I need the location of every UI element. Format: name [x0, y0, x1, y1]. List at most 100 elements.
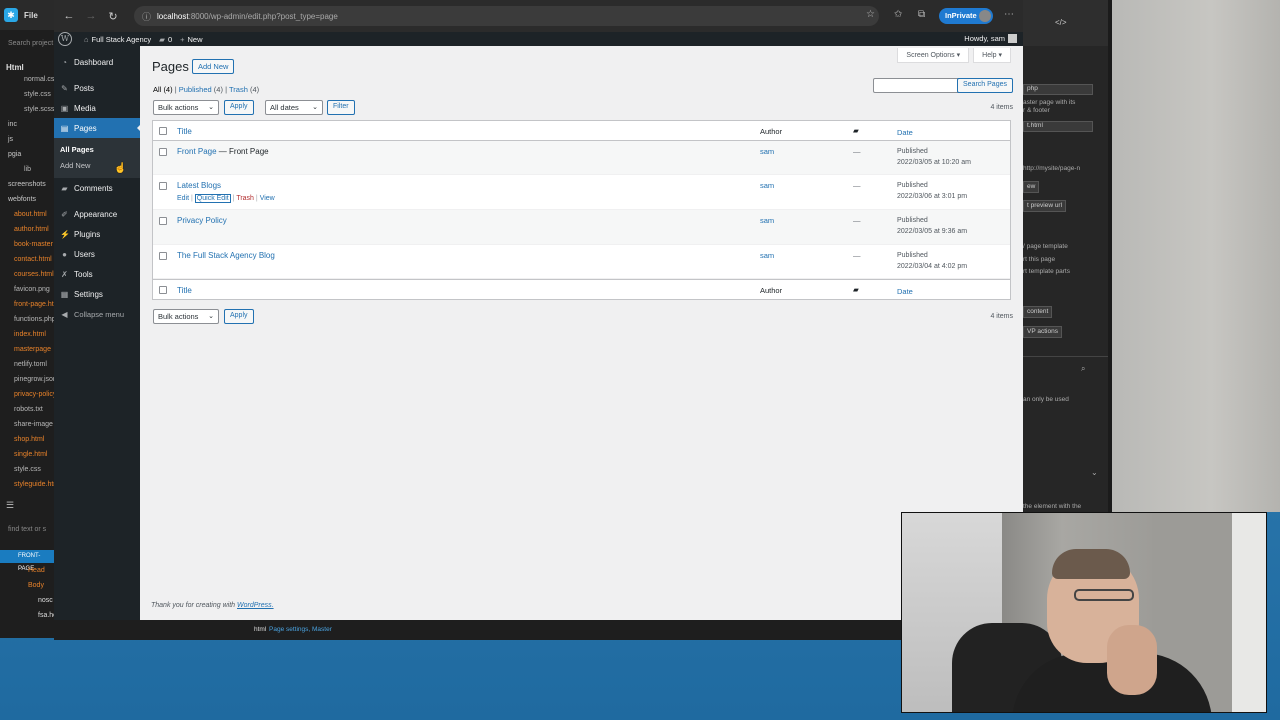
- wordpress-link[interactable]: WordPress.: [237, 602, 274, 609]
- menu-users[interactable]: ● Users: [54, 244, 140, 264]
- row-author[interactable]: sam: [760, 216, 774, 225]
- tree-node-front-page[interactable]: FRONT-PAGE: [0, 550, 54, 572]
- project-file[interactable]: share-image: [0, 417, 54, 432]
- site-name-link[interactable]: ⌂ Full Stack Agency: [84, 35, 151, 44]
- row-checkbox[interactable]: [159, 182, 167, 190]
- column-date-header[interactable]: Date: [897, 127, 913, 138]
- inprivate-badge[interactable]: InPrivate: [939, 8, 993, 24]
- view-button[interactable]: ew: [1023, 181, 1040, 193]
- wordpress-logo-icon[interactable]: W: [58, 32, 72, 46]
- quick-edit-link[interactable]: Quick Edit: [194, 194, 231, 203]
- menu-dashboard[interactable]: ◔ Dashboard: [54, 52, 140, 72]
- favorite-add-icon[interactable]: ☆: [866, 9, 875, 20]
- project-folder[interactable]: screenshots: [0, 177, 54, 192]
- row-title-link[interactable]: Privacy Policy: [177, 216, 227, 225]
- template-select[interactable]: t.html: [1023, 121, 1093, 132]
- bulk-actions-select-top[interactable]: Bulk actions ⌄: [153, 100, 219, 115]
- preview-url-button[interactable]: t preview url: [1023, 200, 1067, 212]
- dates-select[interactable]: All dates ⌄: [265, 100, 323, 115]
- project-folder[interactable]: webfonts: [0, 192, 54, 207]
- row-author[interactable]: sam: [760, 181, 774, 190]
- row-title-link[interactable]: Latest Blogs: [177, 181, 221, 190]
- collapse-menu-button[interactable]: ◀ Collapse menu: [54, 304, 140, 324]
- project-folder[interactable]: pgia: [0, 147, 54, 162]
- screen-options-button[interactable]: Screen Options ▾: [897, 48, 970, 63]
- menu-posts[interactable]: ✎ Posts: [54, 78, 140, 98]
- tree-node-body[interactable]: Body: [0, 578, 54, 593]
- help-button[interactable]: Help ▾: [973, 48, 1011, 63]
- project-file[interactable]: lib: [0, 162, 54, 177]
- forward-icon[interactable]: →: [80, 10, 102, 22]
- file-menu[interactable]: File: [24, 11, 38, 20]
- project-file[interactable]: masterpage: [0, 342, 54, 357]
- address-bar[interactable]: ⓘ localhost :8000/wp-admin/edit.php?post…: [134, 6, 879, 26]
- menu-tools[interactable]: ✗ Tools: [54, 264, 140, 284]
- site-info-icon[interactable]: ⓘ: [142, 10, 151, 23]
- new-content-link[interactable]: + New: [180, 35, 202, 44]
- filter-trash[interactable]: Trash (4): [229, 85, 259, 94]
- comments-column-icon[interactable]: ▰: [853, 126, 859, 135]
- project-file[interactable]: courses.html: [0, 267, 54, 282]
- row-author[interactable]: sam: [760, 251, 774, 260]
- favorites-icon[interactable]: ✩: [894, 9, 902, 20]
- select-all-checkbox[interactable]: [159, 127, 167, 135]
- row-title-link[interactable]: The Full Stack Agency Blog: [177, 251, 275, 260]
- menu-appearance[interactable]: ✐ Appearance: [54, 204, 140, 224]
- edit-link[interactable]: Edit: [177, 195, 189, 202]
- pinegrow-logo-icon[interactable]: ✱: [4, 8, 18, 22]
- project-file[interactable]: robots.txt: [0, 402, 54, 417]
- wp-actions-button[interactable]: VP actions: [1023, 326, 1062, 338]
- comments-link[interactable]: ▰ 0: [159, 35, 172, 44]
- project-file[interactable]: style.css: [0, 462, 54, 477]
- project-file[interactable]: style.scss: [0, 102, 54, 117]
- project-file[interactable]: shop.html: [0, 432, 54, 447]
- column-title-header[interactable]: Title: [177, 127, 192, 136]
- content-button[interactable]: content: [1023, 306, 1053, 318]
- column-date-footer[interactable]: Date: [897, 286, 913, 297]
- project-search-input[interactable]: Search project: [0, 40, 54, 47]
- trash-link[interactable]: Trash: [236, 195, 254, 202]
- project-file[interactable]: styleguide.html: [0, 477, 54, 492]
- apply-button-bottom[interactable]: Apply: [224, 309, 254, 324]
- row-checkbox[interactable]: [159, 252, 167, 260]
- filter-published[interactable]: Published (4): [179, 85, 223, 94]
- project-file[interactable]: about.html: [0, 207, 54, 222]
- add-new-page-button[interactable]: Add New: [192, 59, 235, 74]
- menu-pages[interactable]: ▤ Pages: [54, 118, 141, 138]
- code-icon[interactable]: </>: [1055, 18, 1067, 27]
- menu-media[interactable]: ▣ Media: [54, 98, 140, 118]
- tree-node-fsa[interactable]: fsa.head: [0, 608, 54, 623]
- view-link[interactable]: View: [260, 195, 275, 202]
- tree-node-nosc[interactable]: nosc: [0, 593, 54, 608]
- menu-plugins[interactable]: ⚡ Plugins: [54, 224, 140, 244]
- project-file[interactable]: privacy-policy: [0, 387, 54, 402]
- project-file[interactable]: book-master: [0, 237, 54, 252]
- apply-button-top[interactable]: Apply: [224, 100, 254, 115]
- status-info[interactable]: Page settings, Master: [269, 626, 332, 633]
- project-folder[interactable]: js: [0, 132, 54, 147]
- find-text-input[interactable]: find text or s: [8, 526, 46, 533]
- collections-icon[interactable]: ⧉: [918, 9, 925, 20]
- project-file[interactable]: index.html: [0, 327, 54, 342]
- select-all-checkbox-bottom[interactable]: [159, 286, 167, 294]
- row-title-link[interactable]: Front Page: [177, 147, 217, 156]
- project-file[interactable]: functions.php: [0, 312, 54, 327]
- refresh-icon[interactable]: ↻: [102, 10, 124, 23]
- filter-all[interactable]: All (4): [153, 85, 173, 94]
- row-title[interactable]: Front Page — Front Page: [177, 147, 269, 156]
- project-file[interactable]: netlify.toml: [0, 357, 54, 372]
- search-pages-button[interactable]: Search Pages: [957, 78, 1013, 93]
- comments-column-icon[interactable]: ▰: [853, 285, 859, 294]
- project-file[interactable]: style.css: [0, 87, 54, 102]
- master-page-select[interactable]: php: [1023, 84, 1093, 95]
- project-file[interactable]: normal.css: [0, 72, 54, 87]
- project-file[interactable]: single.html: [0, 447, 54, 462]
- chevron-down-icon[interactable]: ⌄: [1091, 468, 1098, 477]
- more-menu-icon[interactable]: ⋯: [1004, 9, 1014, 20]
- project-file[interactable]: pinegrow.json: [0, 372, 54, 387]
- layers-icon[interactable]: ☰: [6, 500, 14, 511]
- column-title-footer[interactable]: Title: [177, 286, 192, 295]
- project-file[interactable]: contact.html: [0, 252, 54, 267]
- submenu-all-pages[interactable]: All Pages: [54, 142, 140, 158]
- filter-button[interactable]: Filter: [327, 100, 355, 115]
